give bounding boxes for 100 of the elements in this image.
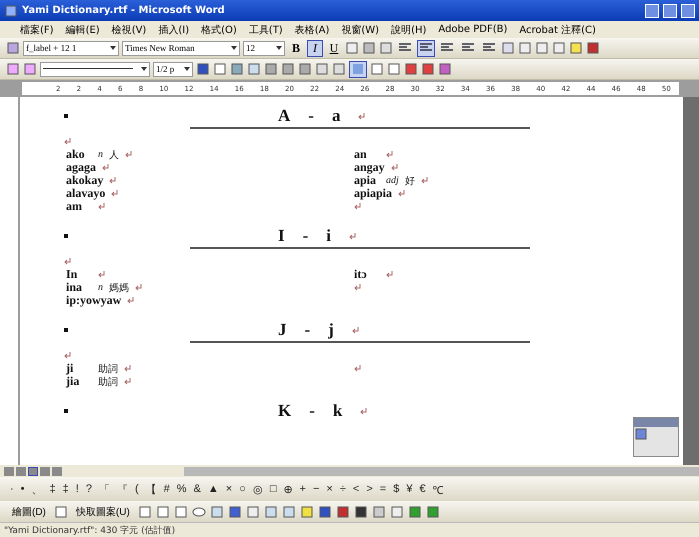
line-sample-icon: [43, 68, 133, 70]
format-button[interactable]: U: [326, 40, 342, 56]
symbol-button[interactable]: ×: [226, 483, 232, 495]
paragraph-mark-icon: [98, 271, 105, 278]
symbol-button[interactable]: ℃: [432, 482, 444, 496]
bullet-icon: [64, 114, 68, 118]
paragraph-mark-icon: [398, 190, 406, 197]
symbol-button[interactable]: 『: [116, 482, 128, 496]
close-button[interactable]: [681, 4, 695, 18]
paragraph-mark-icon: [352, 326, 359, 334]
caret-icon[interactable]: [276, 46, 282, 50]
symbol-button[interactable]: 【: [146, 482, 157, 496]
paragraph-mark-icon: [354, 284, 361, 291]
symbol-button[interactable]: <: [352, 483, 360, 495]
caret-icon[interactable]: [231, 46, 237, 50]
symbol-button[interactable]: ◎: [252, 482, 263, 496]
line-weight-dropdown[interactable]: 1/2 p: [153, 62, 193, 76]
paragraph-mark-icon: [111, 190, 118, 197]
menu-item[interactable]: 編輯(E): [66, 22, 100, 36]
symbol-button[interactable]: %: [176, 483, 187, 495]
symbol-button[interactable]: +: [300, 483, 306, 495]
symbol-button[interactable]: #: [164, 483, 170, 495]
symbol-button[interactable]: 「: [98, 482, 110, 496]
oval-icon[interactable]: [192, 504, 206, 518]
paragraph-mark-icon: [386, 271, 393, 278]
menu-item[interactable]: 表格(A): [294, 22, 330, 36]
autoshapes-menu[interactable]: 快取圖案(U): [72, 504, 134, 518]
minimize-button[interactable]: [645, 4, 659, 18]
font-dropdown[interactable]: Times New Roman: [122, 40, 240, 56]
menu-item[interactable]: 檔案(F): [20, 22, 54, 36]
headword: am: [66, 199, 82, 214]
paragraph-mark-icon: [102, 164, 109, 171]
headword: apia: [354, 173, 376, 188]
paragraph-mark-icon: [124, 365, 131, 372]
headword: In: [66, 267, 78, 282]
font-size-dropdown[interactable]: 12: [243, 40, 285, 56]
headword: akokay: [66, 173, 104, 188]
symbol-button[interactable]: =: [380, 483, 386, 495]
symbol-button[interactable]: ÷: [340, 483, 346, 495]
symbol-button[interactable]: ▲: [208, 483, 219, 495]
symbol-button[interactable]: >: [366, 483, 373, 495]
paragraph-mark-icon: [125, 151, 132, 158]
dash: -: [308, 106, 314, 126]
menu-item[interactable]: 說明(H): [391, 22, 426, 36]
style-dropdown[interactable]: f_label + 12 1: [23, 40, 119, 56]
headword: ina: [66, 280, 84, 295]
dash: -: [309, 401, 315, 421]
headword: jia: [66, 374, 80, 389]
bullet-icon: [64, 409, 68, 413]
symbol-button[interactable]: ¥: [406, 483, 412, 495]
status-text: "Yami Dictionary.rtf": 430 字元 (估計值): [4, 524, 176, 536]
bullet-icon: [64, 328, 68, 332]
line-style-dropdown[interactable]: [40, 62, 150, 76]
symbol-button[interactable]: ⊕: [284, 482, 293, 496]
menu-item[interactable]: 工具(T): [248, 22, 283, 36]
symbol-button[interactable]: !: [76, 483, 79, 495]
symbol-button[interactable]: ○: [239, 483, 246, 495]
symbol-button[interactable]: ×: [326, 483, 333, 495]
format-button[interactable]: B: [288, 40, 304, 56]
scrollbar[interactable]: [683, 97, 699, 465]
menu-item[interactable]: 視窗(W): [341, 22, 380, 36]
letter-heading: A: [278, 106, 290, 126]
letter-heading: j: [328, 320, 334, 340]
symbol-button[interactable]: ‡: [50, 483, 56, 495]
paragraph-mark-icon: [358, 112, 366, 120]
menu-item[interactable]: Acrobat 注釋(C): [519, 22, 596, 36]
symbol-button[interactable]: &: [194, 483, 201, 495]
paragraph-mark-icon: [360, 408, 368, 414]
caret-icon[interactable]: [141, 67, 147, 71]
menu-item[interactable]: 格式(O): [201, 22, 237, 36]
menu-item[interactable]: 檢視(V): [112, 22, 146, 36]
symbol-button[interactable]: ·: [10, 483, 14, 495]
symbol-button[interactable]: ‡: [62, 483, 69, 495]
symbol-button[interactable]: •: [20, 483, 25, 495]
window-title: Yami Dictionary.rtf - Microsoft Word: [22, 5, 226, 16]
symbol-button[interactable]: €: [419, 483, 426, 495]
caret-icon[interactable]: [110, 46, 116, 50]
paragraph-mark-icon: [98, 203, 105, 210]
paragraph-mark-icon: [124, 378, 131, 385]
align-button[interactable]: [417, 40, 435, 56]
autoformat-button[interactable]: [349, 60, 367, 78]
symbol-button[interactable]: □: [270, 483, 277, 495]
menu-item[interactable]: 插入(I): [158, 22, 190, 36]
paragraph-mark-icon: [135, 284, 142, 291]
format-button[interactable]: I: [307, 40, 323, 56]
symbol-button[interactable]: 、: [32, 482, 43, 496]
paragraph-mark-icon: [420, 177, 428, 184]
headword: ji: [66, 361, 74, 376]
symbol-button[interactable]: $: [393, 483, 400, 495]
symbol-button[interactable]: (: [134, 483, 139, 495]
paragraph-mark-icon: [390, 164, 398, 171]
symbol-button[interactable]: −: [312, 483, 320, 495]
horizontal-scrollbar[interactable]: [184, 466, 699, 476]
draw-menu[interactable]: 繪圖(D): [8, 504, 50, 518]
symbol-button[interactable]: ?: [86, 483, 92, 495]
dash: -: [302, 226, 308, 246]
caret-icon[interactable]: [184, 67, 190, 71]
paragraph-mark-icon: [386, 151, 393, 158]
maximize-button[interactable]: [663, 4, 677, 18]
menu-item[interactable]: Adobe PDF(B): [438, 24, 508, 35]
